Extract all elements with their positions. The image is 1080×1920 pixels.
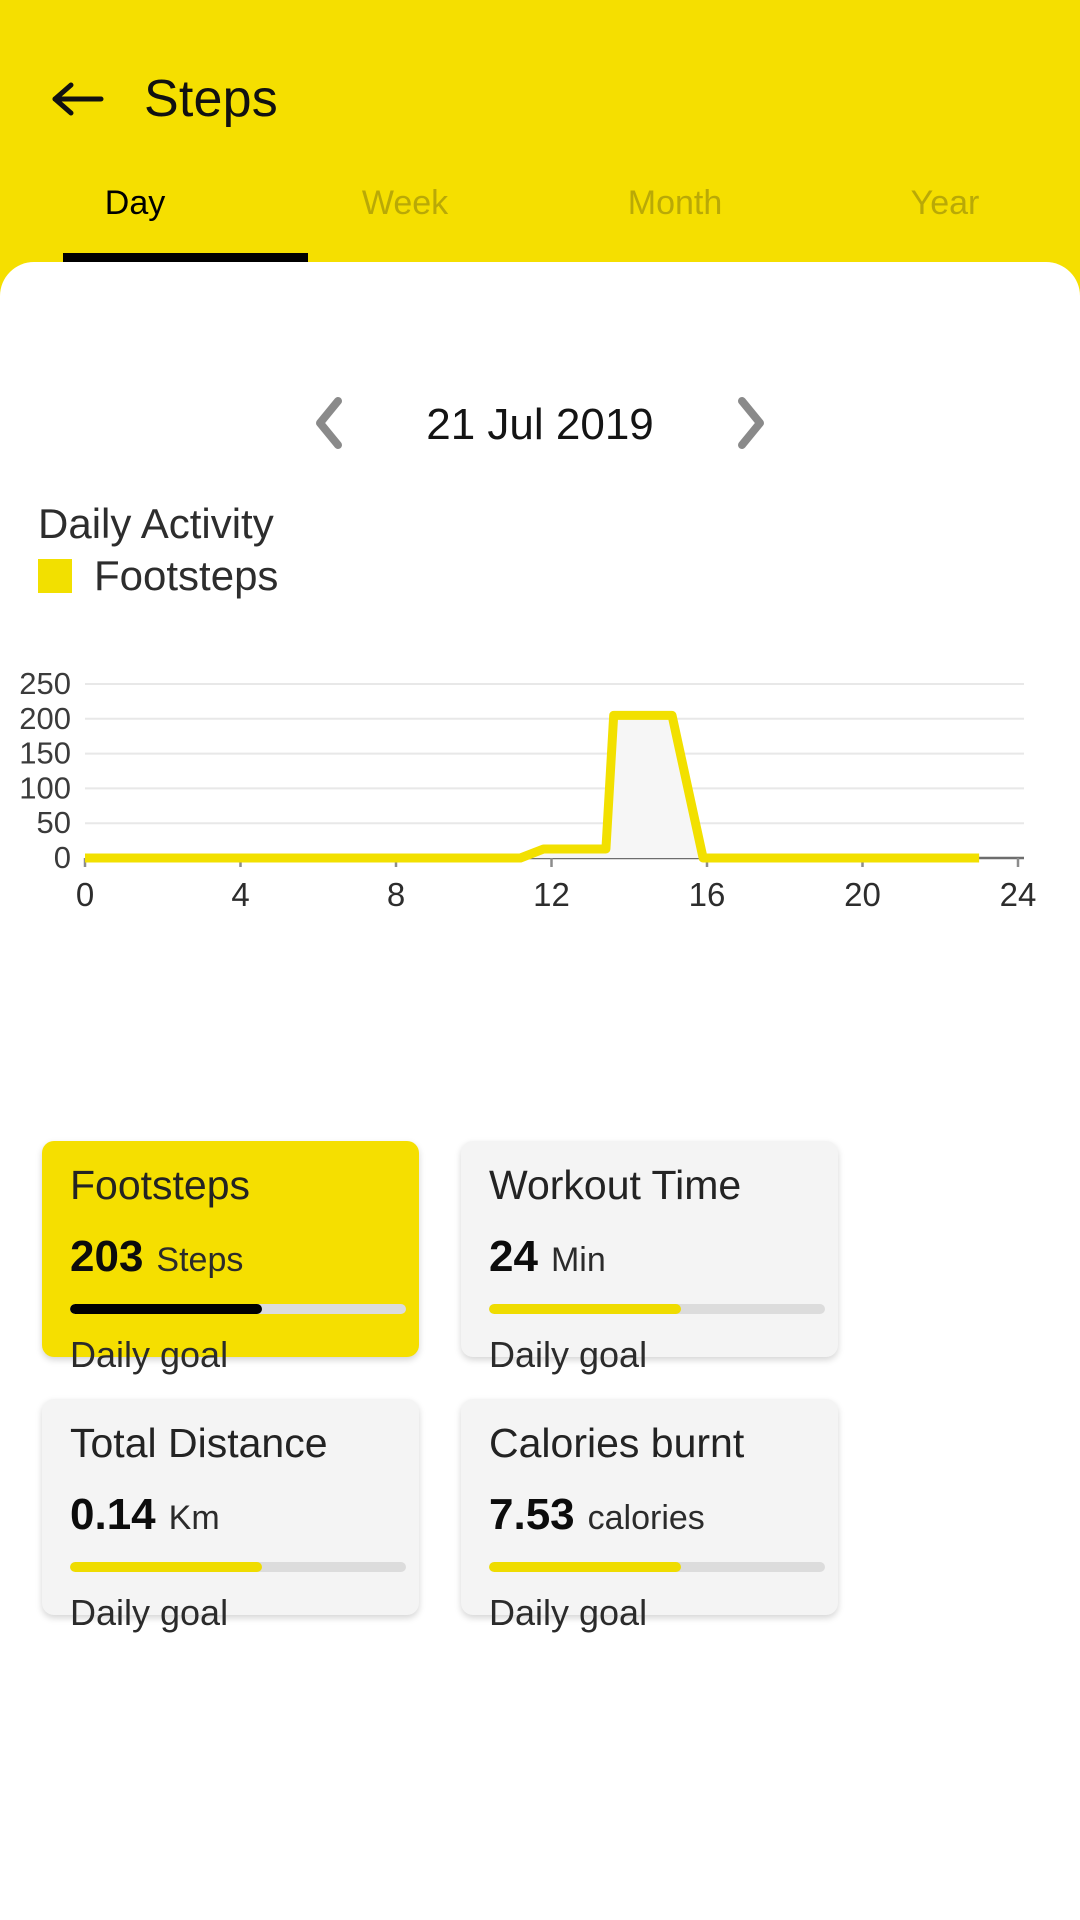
card-unit: Min <box>550 1241 606 1279</box>
app-bar: Steps <box>0 54 1080 144</box>
back-button[interactable] <box>30 54 126 144</box>
card-value-row: 7.53 calories <box>489 1490 810 1540</box>
y-axis-tick-label: 200 <box>19 701 71 736</box>
card-title: Calories burnt <box>489 1420 745 1466</box>
period-tabs: Day Week Month Year <box>0 178 1080 262</box>
goal-progress-fill <box>489 1562 681 1572</box>
arrow-left-icon <box>51 79 105 119</box>
chart-title: Daily Activity <box>38 500 274 547</box>
stat-cards: Footsteps 203 Steps Daily goal Workout T… <box>42 1141 1038 1633</box>
card-calories-burnt[interactable]: Calories burnt 7.53 calories Daily goal <box>461 1399 838 1633</box>
legend-swatch-footsteps <box>38 559 72 593</box>
x-axis-tick-label: 20 <box>844 876 881 910</box>
y-axis-tick-label: 150 <box>19 736 71 771</box>
previous-day-button[interactable] <box>302 394 356 456</box>
tab-day[interactable]: Day <box>0 178 270 262</box>
tab-week[interactable]: Week <box>270 178 540 262</box>
x-axis-tick-label: 0 <box>76 876 94 910</box>
card-workout-time[interactable]: Workout Time 24 Min Daily goal <box>461 1141 838 1375</box>
tab-month[interactable]: Month <box>540 178 810 262</box>
card-total-distance[interactable]: Total Distance 0.14 Km Daily goal <box>42 1399 419 1633</box>
current-date-label: 21 Jul 2019 <box>426 400 654 449</box>
card-goal-label: Daily goal <box>70 1334 229 1375</box>
active-tab-indicator <box>63 253 308 262</box>
card-goal-label: Daily goal <box>489 1592 648 1633</box>
card-unit: Km <box>168 1499 220 1537</box>
legend-label-footsteps: Footsteps <box>94 552 279 599</box>
y-axis-tick-label: 50 <box>37 805 71 840</box>
y-axis-tick-label: 0 <box>54 840 71 875</box>
card-title: Workout Time <box>489 1162 742 1208</box>
x-axis-tick-label: 16 <box>689 876 726 910</box>
y-axis-tick-label: 250 <box>19 666 71 701</box>
card-value-row: 0.14 Km <box>70 1490 391 1540</box>
card-unit: calories <box>587 1499 705 1537</box>
chevron-right-icon <box>734 396 768 455</box>
chart-legend: Footsteps <box>38 552 278 600</box>
chevron-left-icon <box>312 396 346 455</box>
card-value: 0.14 <box>70 1490 156 1539</box>
y-axis-tick-label: 100 <box>19 770 71 805</box>
card-value-row: 203 Steps <box>70 1232 391 1282</box>
x-axis-tick-label: 8 <box>387 876 405 910</box>
card-goal-label: Daily goal <box>489 1334 648 1375</box>
x-axis-tick-label: 12 <box>533 876 570 910</box>
goal-progress-bar <box>70 1304 406 1314</box>
page-title: Steps <box>144 70 278 128</box>
card-value: 7.53 <box>489 1490 575 1539</box>
goal-progress-fill <box>70 1562 262 1572</box>
x-axis-tick-label: 24 <box>1000 876 1037 910</box>
card-unit: Steps <box>156 1241 244 1279</box>
card-title: Total Distance <box>70 1420 328 1466</box>
tab-year[interactable]: Year <box>810 178 1080 262</box>
goal-progress-bar <box>489 1562 825 1572</box>
goal-progress-bar <box>70 1562 406 1572</box>
card-value: 24 <box>489 1232 538 1281</box>
card-value-row: 24 Min <box>489 1232 810 1282</box>
card-goal-label: Daily goal <box>70 1592 229 1633</box>
goal-progress-fill <box>70 1304 262 1314</box>
card-footsteps[interactable]: Footsteps 203 Steps Daily goal <box>42 1141 419 1375</box>
goal-progress-fill <box>489 1304 681 1314</box>
card-title: Footsteps <box>70 1162 251 1208</box>
daily-activity-chart: 0 50 100 150 200 250 0 4 8 12 16 20 24 <box>0 660 1080 910</box>
card-value: 203 <box>70 1232 144 1281</box>
goal-progress-bar <box>489 1304 825 1314</box>
x-axis-tick-label: 4 <box>231 876 249 910</box>
date-navigation: 21 Jul 2019 <box>0 390 1080 460</box>
next-day-button[interactable] <box>724 394 778 456</box>
